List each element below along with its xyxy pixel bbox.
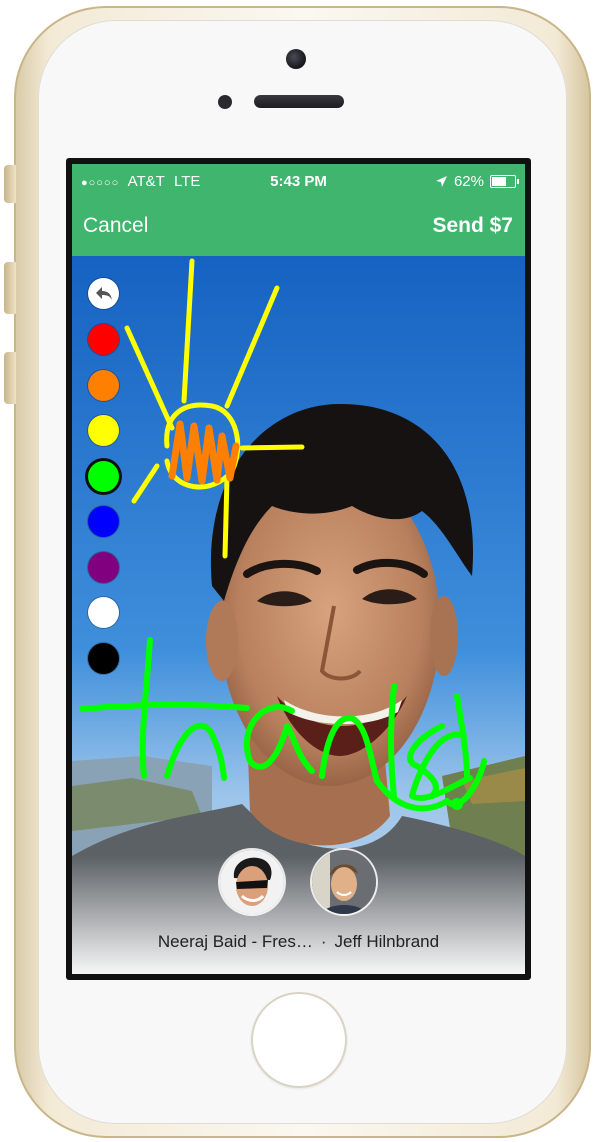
battery-percent: 62%	[453, 173, 484, 190]
recipient-names: Neeraj Baid - Fres… · Jeff Hilnbrand	[72, 932, 525, 952]
battery-icon	[490, 175, 519, 188]
color-swatch-black[interactable]	[88, 642, 119, 674]
ear-left	[206, 601, 238, 681]
avatar-photo-neeraj	[220, 850, 284, 914]
color-swatch-white[interactable]	[88, 597, 119, 628]
color-swatch-yellow[interactable]	[88, 415, 119, 446]
bottom-fade	[72, 856, 525, 974]
screen: ●○○○○ AT&T LTE 5:43 PM 62% Cancel Send $…	[72, 164, 525, 974]
status-bar: ●○○○○ AT&T LTE 5:43 PM 62%	[72, 164, 525, 200]
color-swatch-purple[interactable]	[88, 551, 119, 583]
avatar-photo-jeff	[312, 850, 376, 914]
color-swatch-blue[interactable]	[88, 506, 119, 537]
recipient-avatar-jeff[interactable]	[312, 850, 376, 914]
color-swatch-green[interactable]	[88, 460, 119, 492]
home-button[interactable]	[251, 992, 347, 1088]
recipient-name-2: Jeff Hilnbrand	[334, 932, 440, 951]
ear-right	[430, 596, 458, 676]
front-camera	[286, 49, 306, 69]
recipient-name-1: Neeraj Baid - Fres…	[157, 932, 313, 951]
cancel-button[interactable]: Cancel	[83, 214, 148, 238]
location-arrow-icon	[435, 176, 447, 187]
recipient-separator: ·	[320, 932, 327, 951]
earpiece-speaker	[254, 95, 344, 108]
undo-icon	[95, 286, 112, 300]
proximity-sensor	[218, 95, 232, 109]
color-swatch-red[interactable]	[88, 324, 119, 355]
photo-canvas[interactable]	[72, 256, 525, 974]
undo-button[interactable]	[88, 278, 119, 309]
status-right: 62%	[435, 173, 519, 190]
volume-up-button	[4, 262, 16, 314]
recipient-avatar-neeraj[interactable]	[220, 850, 284, 914]
color-swatch-orange[interactable]	[88, 369, 119, 401]
send-button[interactable]: Send $7	[432, 214, 513, 238]
mute-switch	[4, 165, 16, 203]
nav-bar: Cancel Send $7	[72, 200, 525, 256]
volume-down-button	[4, 352, 16, 404]
